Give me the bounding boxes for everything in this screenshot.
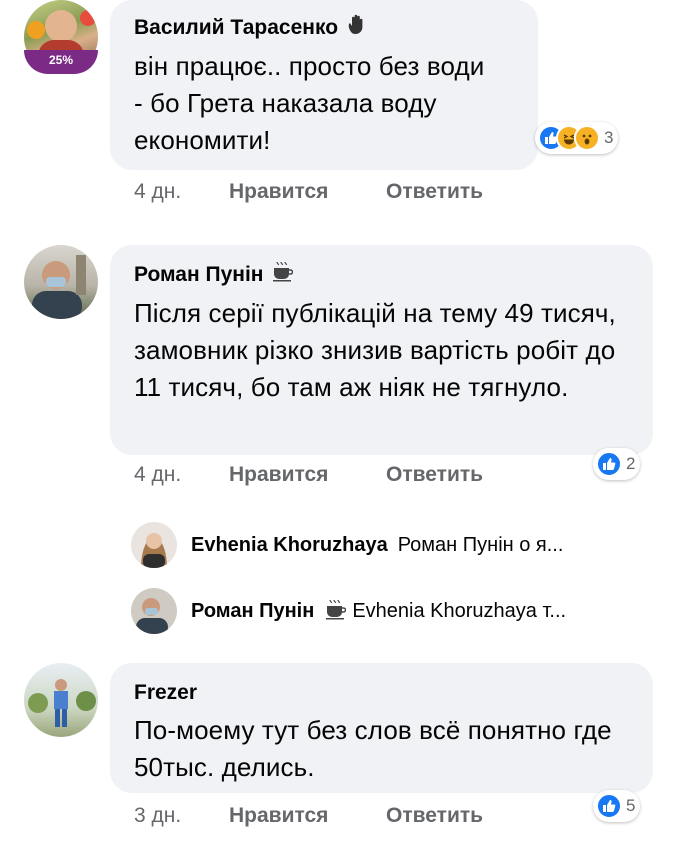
reply-preview-text: Evhenia Khoruzhaya т... [352,599,567,622]
avatar-evhenia [131,522,177,568]
frame-badge-text: 25% [48,53,74,67]
comment-actions: 4 дн. Нравится Ответить [134,180,483,204]
avatar-frezer[interactable] [24,663,98,737]
comment-timestamp[interactable]: 3 дн. [134,804,229,828]
like-reaction-icon [596,793,622,819]
comment-text: Після серії публікацій на тему 49 тисяч,… [134,298,616,402]
comment-author[interactable]: Frezer [134,680,197,706]
comment-author-row: Василий Тарасенко [134,13,514,42]
reply-link[interactable]: Ответить [386,180,483,204]
coffee-cup-icon [324,598,347,625]
reply-link[interactable]: Ответить [386,804,483,828]
reply-author[interactable]: Evhenia Khoruzhaya [191,534,388,557]
reaction-count: 2 [626,454,636,473]
comment-timestamp[interactable]: 4 дн. [134,180,229,204]
avatar-roman-small [131,588,177,634]
comment-author[interactable]: Роман Пунін [134,262,263,288]
comment-bubble: Василий Тарасенко він працює.. просто бе… [110,0,538,170]
reactions-summary[interactable]: 3 [535,122,619,154]
avatar-roman[interactable] [24,245,98,319]
comment-bubble: Роман Пунін Після серії публікацій на те… [110,245,653,455]
reactions-summary[interactable]: 2 [593,448,641,480]
comment-text: По-моему тут без слов всё понятно где 50… [134,715,612,782]
reply-preview-row[interactable]: Evhenia Khoruzhaya Роман Пунін о я... [131,522,563,568]
like-link[interactable]: Нравится [229,804,386,828]
comment-bubble: Frezer По-моему тут без слов всё понятно… [110,663,653,793]
reaction-count: 5 [626,796,636,815]
comment-actions: 4 дн. Нравится Ответить [134,463,483,487]
waving-hand-icon [346,13,368,42]
comment-timestamp[interactable]: 4 дн. [134,463,229,487]
wow-reaction-icon [574,125,600,151]
reply-preview-text: Роман Пунін о я... [397,533,564,556]
like-link[interactable]: Нравится [229,463,386,487]
like-link[interactable]: Нравится [229,180,386,204]
comment-author-row: Frezer [134,680,629,706]
reply-author[interactable]: Роман Пунін [191,600,314,623]
comment-text: він працює.. просто без води - бо Грета … [134,51,485,155]
reactions-summary[interactable]: 5 [593,790,641,822]
comment-author[interactable]: Василий Тарасенко [134,15,338,41]
reply-preview-row[interactable]: Роман Пунін Evhenia Khoruzhaya т... [131,588,566,634]
coffee-cup-icon [271,260,294,289]
comment-actions: 3 дн. Нравится Ответить [134,804,483,828]
reaction-count: 3 [604,128,614,147]
frame-badge: 25% [24,50,98,74]
like-reaction-icon [596,451,622,477]
comment-author-row: Роман Пунін [134,260,629,289]
reply-link[interactable]: Ответить [386,463,483,487]
